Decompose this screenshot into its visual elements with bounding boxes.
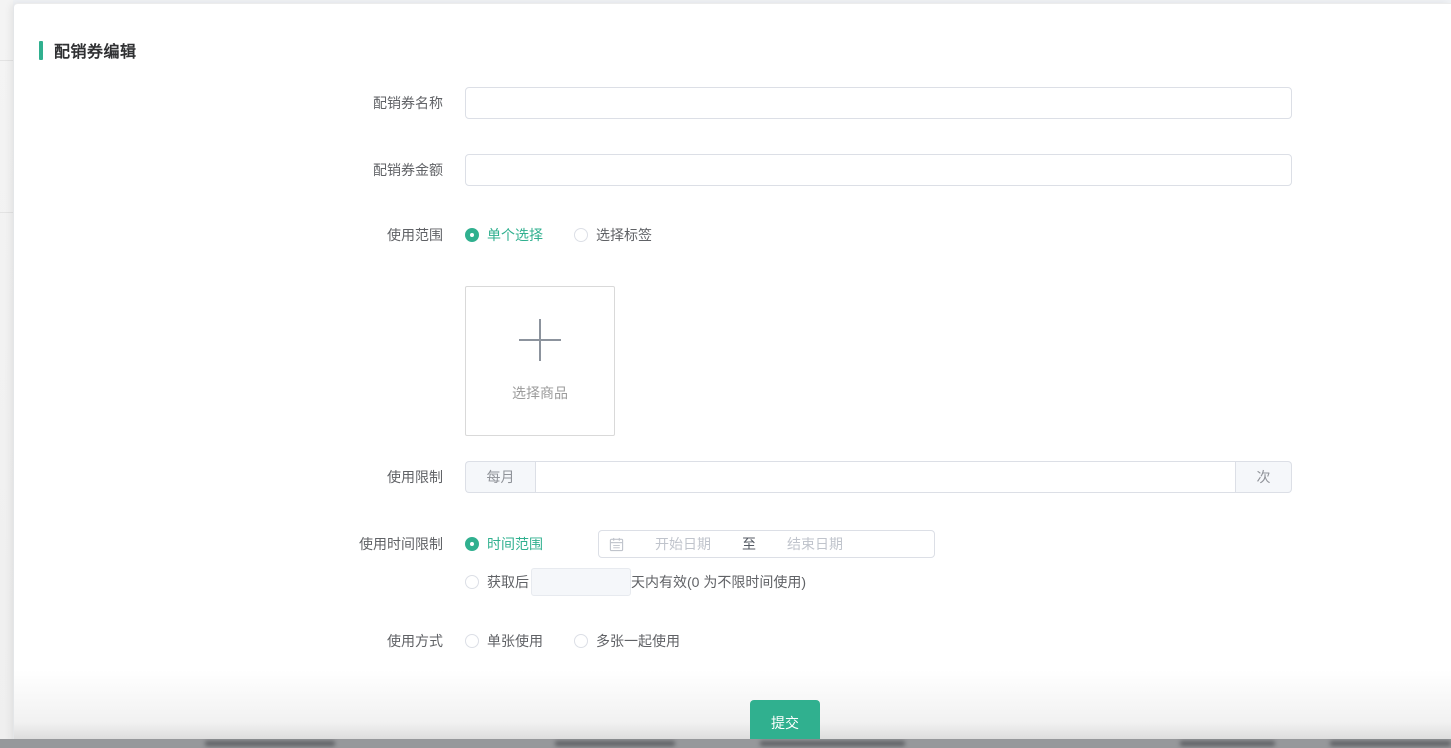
radio-time-range-label: 时间范围 xyxy=(487,534,543,554)
radio-unchecked-icon xyxy=(465,634,479,648)
usage-method-label: 使用方式 xyxy=(14,629,455,653)
usage-limit-row: 使用限制 每月 次 xyxy=(14,461,1451,493)
divider xyxy=(0,212,13,213)
blurred-content xyxy=(205,741,335,746)
radio-unchecked-icon xyxy=(574,634,588,648)
radio-days-after-label: 获取后 xyxy=(487,572,529,592)
radio-single-use[interactable]: 单张使用 xyxy=(465,631,543,651)
date-range-picker[interactable]: 至 xyxy=(598,530,935,558)
radio-select-tag[interactable]: 选择标签 xyxy=(574,225,652,245)
calendar-icon xyxy=(609,537,624,552)
usage-method-row: 使用方式 单张使用 多张一起使用 xyxy=(14,629,1451,653)
radio-multi-use[interactable]: 多张一起使用 xyxy=(574,631,680,651)
usage-limit-input-group: 每月 次 xyxy=(465,461,1292,493)
collapsed-sidebar-strip xyxy=(0,0,13,748)
usage-scope-label: 使用范围 xyxy=(14,223,455,247)
usage-limit-label: 使用限制 xyxy=(14,461,455,493)
coupon-name-row: 配销券名称 xyxy=(14,87,1451,119)
select-product-label: 选择商品 xyxy=(512,383,568,403)
radio-days-after[interactable]: 获取后 xyxy=(465,572,529,592)
background-page-strip xyxy=(0,739,1451,748)
coupon-name-label: 配销券名称 xyxy=(14,87,455,119)
divider xyxy=(0,60,13,61)
blurred-content xyxy=(760,741,905,746)
valid-days-input[interactable] xyxy=(531,568,631,596)
valid-days-suffix: 天内有效(0 为不限时间使用) xyxy=(631,572,806,592)
usage-limit-append: 次 xyxy=(1236,461,1292,493)
start-date-input[interactable] xyxy=(624,536,742,552)
coupon-name-input[interactable] xyxy=(465,87,1292,119)
time-limit-label: 使用时间限制 xyxy=(14,530,455,558)
page-title: 配销券编辑 xyxy=(39,39,1451,61)
radio-unchecked-icon xyxy=(574,228,588,242)
radio-multi-use-label: 多张一起使用 xyxy=(596,631,680,651)
coupon-amount-label: 配销券金额 xyxy=(14,154,455,186)
plus-icon xyxy=(519,319,561,361)
end-date-input[interactable] xyxy=(756,536,874,552)
date-range-separator: 至 xyxy=(742,534,756,554)
radio-checked-icon xyxy=(465,228,479,242)
page-title-text: 配销券编辑 xyxy=(54,38,137,62)
title-accent-bar xyxy=(39,41,43,60)
blurred-content xyxy=(555,741,675,746)
radio-select-tag-label: 选择标签 xyxy=(596,225,652,245)
coupon-amount-row: 配销券金额 xyxy=(14,154,1451,186)
radio-unchecked-icon xyxy=(465,575,479,589)
coupon-amount-input[interactable] xyxy=(465,154,1292,186)
blurred-content xyxy=(1180,741,1275,746)
product-picker-row: 选择商品 xyxy=(14,286,1451,436)
radio-checked-icon xyxy=(465,537,479,551)
time-limit-row: 使用时间限制 时间范围 至 xyxy=(14,530,1451,596)
select-product-box[interactable]: 选择商品 xyxy=(465,286,615,436)
coupon-edit-panel: 配销券编辑 配销券名称 配销券金额 使用范围 单个选择 选择标签 xyxy=(14,3,1451,748)
usage-scope-row: 使用范围 单个选择 选择标签 xyxy=(14,223,1451,247)
radio-single-use-label: 单张使用 xyxy=(487,631,543,651)
radio-single-select[interactable]: 单个选择 xyxy=(465,225,543,245)
radio-single-select-label: 单个选择 xyxy=(487,225,543,245)
blurred-content xyxy=(1330,741,1451,746)
usage-limit-prepend: 每月 xyxy=(465,461,535,493)
usage-limit-input[interactable] xyxy=(535,461,1236,493)
radio-time-range[interactable]: 时间范围 xyxy=(465,534,543,554)
